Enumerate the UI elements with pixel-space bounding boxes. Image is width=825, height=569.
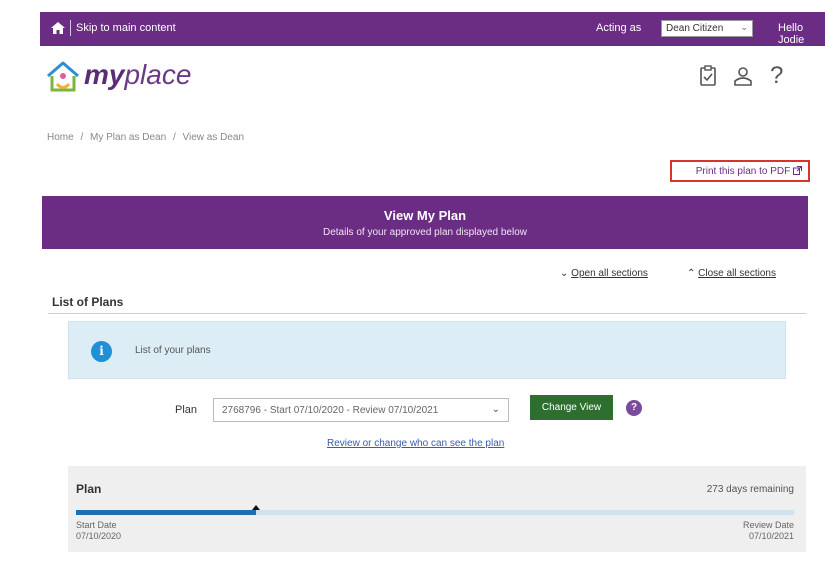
open-all-sections[interactable]: ⌄ Open all sections [560, 268, 648, 279]
days-remaining: 273 days remaining [706, 484, 794, 495]
plan-card-title: Plan [76, 482, 102, 496]
external-link-icon [793, 166, 802, 175]
page-title: View My Plan [383, 208, 467, 223]
plan-progress-card: Plan 273 days remaining Start Date 07/10… [68, 466, 806, 552]
chevron-down-icon: ⌄ [491, 404, 500, 415]
help-icon[interactable]: ? [770, 62, 792, 89]
review-access-link[interactable]: Review or change who can see the plan [327, 438, 504, 449]
start-date-value: 07/10/2020 [76, 531, 122, 541]
chevron-down-icon: ⌄ [560, 268, 572, 279]
divider [48, 313, 806, 314]
user-greeting-menu[interactable]: Hello Jodie [778, 22, 825, 46]
plan-select-value: 2768796 - Start 07/10/2020 - Review 07/1… [222, 405, 439, 416]
divider [70, 20, 71, 36]
start-date-block: Start Date 07/10/2020 [76, 520, 121, 542]
breadcrumb: Home / My Plan as Dean / View as Dean [47, 132, 248, 143]
open-all-link[interactable]: Open all sections [571, 268, 648, 279]
plan-progress-fill [76, 510, 256, 515]
start-date-label: Start Date [76, 520, 117, 530]
acting-as-select[interactable]: Dean Citizen ⌄ [661, 20, 753, 37]
progress-marker [251, 505, 260, 510]
page-subtitle: Details of your approved plan displayed … [322, 227, 527, 238]
breadcrumb-home[interactable]: Home [47, 132, 74, 143]
user-icon[interactable] [732, 64, 754, 88]
plan-select[interactable]: 2768796 - Start 07/10/2020 - Review 07/1… [213, 398, 509, 422]
plan-progress-track [76, 505, 794, 515]
close-all-sections[interactable]: ⌃ Close all sections [687, 268, 776, 279]
review-date-value: 07/10/2021 [748, 531, 794, 541]
info-box: i List of your plans [68, 321, 786, 379]
view-my-plan-banner: View My Plan Details of your approved pl… [42, 196, 808, 249]
print-to-pdf-button[interactable]: Print this plan to PDF [670, 160, 810, 182]
checklist-icon[interactable] [697, 64, 719, 88]
change-view-button[interactable]: Change View [530, 395, 613, 420]
acting-as-label: Acting as [596, 22, 642, 34]
info-icon: i [91, 341, 112, 362]
logo-text: myplace [84, 59, 192, 90]
list-of-plans-heading[interactable]: List of Plans [52, 295, 123, 309]
print-button-label: Print this plan to PDF [695, 166, 791, 177]
breadcrumb-current: View as Dean [182, 132, 245, 143]
home-icon[interactable] [50, 21, 66, 35]
breadcrumb-my-plan[interactable]: My Plan as Dean [90, 132, 166, 143]
skip-to-content-link[interactable]: Skip to main content [76, 22, 176, 34]
review-date-block: Review Date 07/10/2021 [743, 520, 794, 542]
top-bar: Skip to main content Acting as Dean Citi… [40, 12, 825, 46]
help-icon[interactable]: ? [626, 400, 642, 416]
info-text: List of your plans [135, 345, 211, 356]
chevron-down-icon: ⌄ [740, 22, 748, 32]
review-date-label: Review Date [742, 520, 794, 530]
close-all-link[interactable]: Close all sections [698, 268, 776, 279]
acting-as-value: Dean Citizen [666, 23, 724, 34]
breadcrumb-separator: / [172, 132, 176, 143]
chevron-up-icon: ⌃ [687, 268, 699, 279]
house-logo-icon [47, 61, 79, 92]
plan-select-label: Plan [175, 404, 198, 416]
breadcrumb-separator: / [80, 132, 84, 143]
